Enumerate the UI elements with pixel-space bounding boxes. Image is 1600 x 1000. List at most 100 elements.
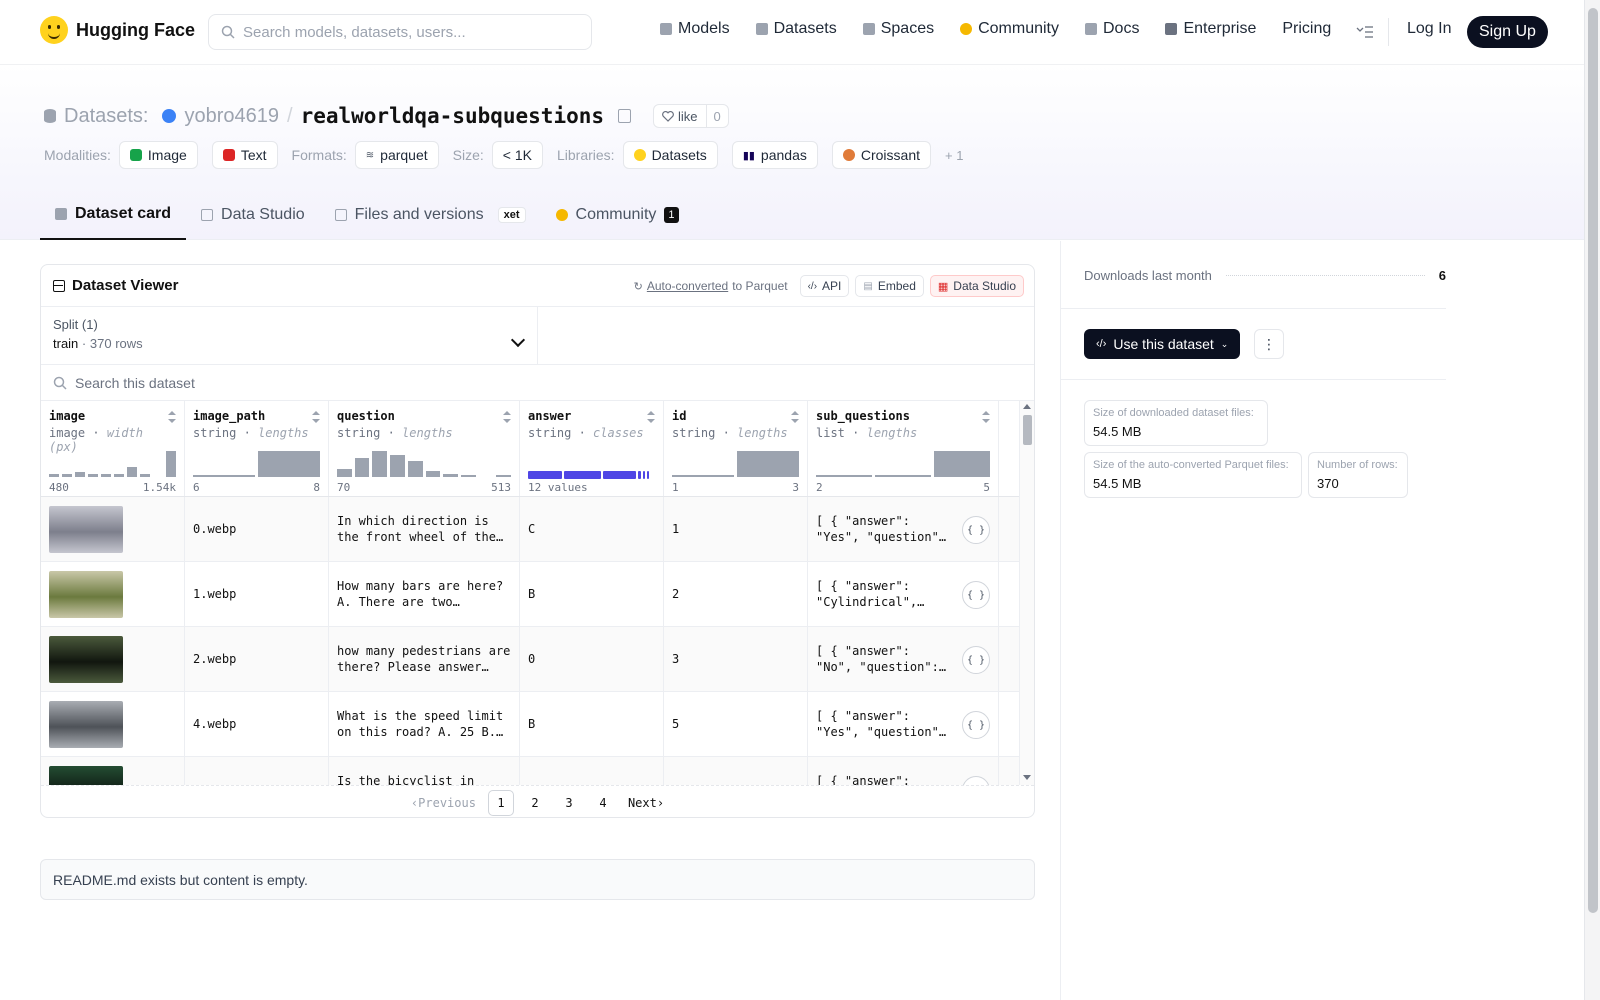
home-logo[interactable]: Hugging Face xyxy=(40,16,195,44)
tab-dataset-card[interactable]: Dataset card xyxy=(40,190,187,240)
cell-image[interactable] xyxy=(41,692,185,756)
cell-question[interactable]: how many pedestrians are there? Please a… xyxy=(329,627,520,691)
cell-question[interactable]: In which direction is the front wheel of… xyxy=(329,497,520,561)
cell-image[interactable] xyxy=(41,627,185,691)
histogram-bar[interactable] xyxy=(193,474,255,477)
row-image-thumbnail[interactable] xyxy=(49,635,123,683)
histogram-bar[interactable] xyxy=(934,451,990,477)
cell-answer[interactable]: 0 xyxy=(520,627,664,691)
histogram-bar[interactable] xyxy=(101,474,111,477)
use-dataset-button[interactable]: ‹/› Use this dataset ⌄ xyxy=(1084,329,1241,359)
embed-button[interactable]: ▤ Embed xyxy=(855,275,924,297)
column-header-sub_questions[interactable]: sub_questions list · lengths 2 5 xyxy=(808,401,999,496)
global-search[interactable] xyxy=(208,14,592,50)
cell-image[interactable] xyxy=(41,562,185,626)
histogram-bar[interactable] xyxy=(390,454,405,477)
histogram-bar[interactable] xyxy=(737,451,799,477)
cell-answer[interactable]: B xyxy=(520,562,664,626)
expand-json-icon[interactable]: { } xyxy=(962,581,990,609)
histogram-bar[interactable] xyxy=(460,474,476,477)
cell-answer[interactable] xyxy=(520,757,664,785)
tab-files-and-versions[interactable]: Files and versions xet xyxy=(320,190,541,240)
repo-name[interactable]: realworldqa-subquestions xyxy=(301,104,604,128)
tag-pandas[interactable]: ▮▮ pandas xyxy=(731,141,818,169)
histogram-bar[interactable] xyxy=(75,472,85,477)
histogram-bar[interactable] xyxy=(337,469,352,477)
tag-datasets[interactable]: Datasets xyxy=(622,141,718,169)
cell-question[interactable]: Is the bicyclist in this… xyxy=(329,757,520,785)
page-2-button[interactable]: 2 xyxy=(522,790,548,816)
column-header-image_path[interactable]: image_path string · lengths 6 8 xyxy=(185,401,329,496)
sort-icon[interactable] xyxy=(982,411,990,423)
more-menu-icon[interactable] xyxy=(1356,25,1374,39)
column-header-question[interactable]: question string · lengths 70 513 xyxy=(329,401,520,496)
histogram-bar[interactable] xyxy=(816,474,872,477)
previous-page-button[interactable]: ‹ Previous xyxy=(407,790,480,816)
expand-json-icon[interactable]: { } xyxy=(962,516,990,544)
nav-item-pricing[interactable]: Pricing xyxy=(1282,20,1331,38)
nav-item-models[interactable]: Models xyxy=(660,20,730,38)
cell-answer[interactable]: B xyxy=(520,692,664,756)
data-studio-button[interactable]: ▦ Data Studio xyxy=(929,275,1024,297)
table-row[interactable]: 0.webp In which direction is the front wh… xyxy=(41,497,1034,562)
dataset-search-input[interactable] xyxy=(75,374,475,391)
cell-id[interactable]: 5 xyxy=(664,692,808,756)
cell-question[interactable]: What is the speed limit on this road? A.… xyxy=(329,692,520,756)
nav-item-community[interactable]: Community xyxy=(960,20,1059,38)
nav-item-docs[interactable]: Docs xyxy=(1085,20,1139,38)
copy-icon[interactable] xyxy=(618,109,632,123)
signup-button[interactable]: Sign Up xyxy=(1467,16,1548,48)
tag-croissant[interactable]: Croissant xyxy=(831,141,931,169)
cell-id[interactable]: 3 xyxy=(664,627,808,691)
row-image-thumbnail[interactable] xyxy=(49,700,123,748)
row-image-thumbnail[interactable] xyxy=(49,570,123,618)
table-row[interactable]: 1.webp How many bars are here? A. There a… xyxy=(41,562,1034,627)
cell-sub_questions[interactable]: [ { "answer": "No", "question": "Are… { } xyxy=(808,627,999,691)
repo-type[interactable]: Datasets: xyxy=(64,105,148,128)
table-scrollbar[interactable] xyxy=(1019,401,1034,785)
sort-icon[interactable] xyxy=(168,411,176,423)
histogram-bar[interactable] xyxy=(166,451,176,477)
class-segment[interactable] xyxy=(642,471,645,479)
tab-data-studio[interactable]: Data Studio xyxy=(186,190,320,240)
scroll-thumb[interactable] xyxy=(1023,415,1032,445)
page-scrollbar[interactable] xyxy=(1584,0,1600,1000)
cell-question[interactable]: How many bars are here? A. There are two… xyxy=(329,562,520,626)
nav-item-datasets[interactable]: Datasets xyxy=(755,20,837,38)
cell-image[interactable] xyxy=(41,497,185,561)
scroll-up-icon[interactable] xyxy=(1023,404,1031,409)
cell-image[interactable] xyxy=(41,757,185,785)
histogram-bar[interactable] xyxy=(672,474,734,477)
more-libraries[interactable]: + 1 xyxy=(945,148,963,163)
cell-sub_questions[interactable]: [ { "answer": "Right… { } xyxy=(808,757,999,785)
cell-sub_questions[interactable]: [ { "answer": "Yes", "question": "Is… { } xyxy=(808,497,999,561)
cell-image_path[interactable] xyxy=(185,757,329,785)
tag-size[interactable]: < 1K xyxy=(491,141,543,169)
row-image-thumbnail[interactable] xyxy=(49,765,123,785)
row-image-thumbnail[interactable] xyxy=(49,505,123,553)
histogram-bar[interactable] xyxy=(140,474,150,477)
expand-json-icon[interactable]: { } xyxy=(962,776,990,785)
page-4-button[interactable]: 4 xyxy=(590,790,616,816)
sort-icon[interactable] xyxy=(503,411,511,423)
cell-answer[interactable]: C xyxy=(520,497,664,561)
sort-icon[interactable] xyxy=(312,411,320,423)
nav-item-spaces[interactable]: Spaces xyxy=(862,20,934,38)
tab-community[interactable]: Community 1 xyxy=(541,190,694,240)
histogram-bar[interactable] xyxy=(127,466,137,477)
auto-converted-link[interactable]: Auto-converted xyxy=(647,279,728,293)
scroll-down-icon[interactable] xyxy=(1023,775,1031,780)
page-1-button[interactable]: 1 xyxy=(487,789,514,816)
cell-image_path[interactable]: 2.webp xyxy=(185,627,329,691)
tag-text[interactable]: Text xyxy=(211,141,278,169)
table-row[interactable]: 2.webp how many pedestrians are there? Pl… xyxy=(41,627,1034,692)
tag-parquet[interactable]: ≋ parquet xyxy=(354,141,439,169)
repo-owner[interactable]: yobro4619 xyxy=(184,105,279,128)
column-header-id[interactable]: id string · lengths 1 3 xyxy=(664,401,808,496)
column-header-answer[interactable]: answer string · classes 12 values xyxy=(520,401,664,496)
cell-id[interactable] xyxy=(664,757,808,785)
class-segment[interactable] xyxy=(528,471,562,479)
split-selector[interactable]: Split (1) train · 370 rows xyxy=(41,307,538,364)
expand-json-icon[interactable]: { } xyxy=(962,711,990,739)
nav-item-enterprise[interactable]: Enterprise xyxy=(1165,20,1256,38)
